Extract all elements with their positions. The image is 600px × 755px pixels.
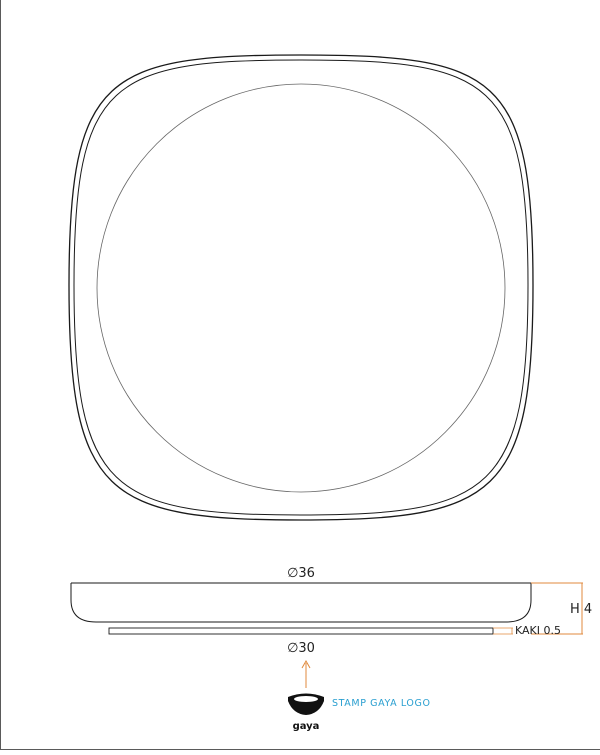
dimension-outer-diameter: ∅36 (287, 566, 315, 581)
stamp-note: STAMP GAYA LOGO (332, 698, 431, 709)
plate-inner-rim (73, 59, 529, 516)
plate-well-circle (96, 83, 506, 493)
technical-drawing: ∅36 ∅30 H 4 KAKI 0.5 gaya STAMP GAYA LOG… (0, 0, 600, 750)
height-label: H 4 (570, 602, 592, 617)
outer-diameter-label: ∅36 (287, 566, 315, 581)
dimension-base-diameter: ∅30 (287, 641, 315, 656)
dimension-foot: KAKI 0.5 (493, 624, 561, 637)
plate-drawing-svg: ∅36 ∅30 H 4 KAKI 0.5 gaya STAMP GAYA LOG… (68, 54, 592, 732)
plate-outer-rim (68, 54, 534, 521)
plate-top-view (68, 54, 534, 521)
plate-side-body (70, 583, 532, 623)
plate-side-view (70, 582, 532, 635)
foot-label: KAKI 0.5 (515, 624, 561, 637)
gaya-logo-wordmark: gaya (293, 721, 320, 732)
logo-callout: gaya STAMP GAYA LOGO (288, 659, 431, 732)
gaya-logo-icon (288, 693, 324, 715)
plate-side-foot (108, 627, 494, 635)
base-diameter-label: ∅30 (287, 641, 315, 656)
